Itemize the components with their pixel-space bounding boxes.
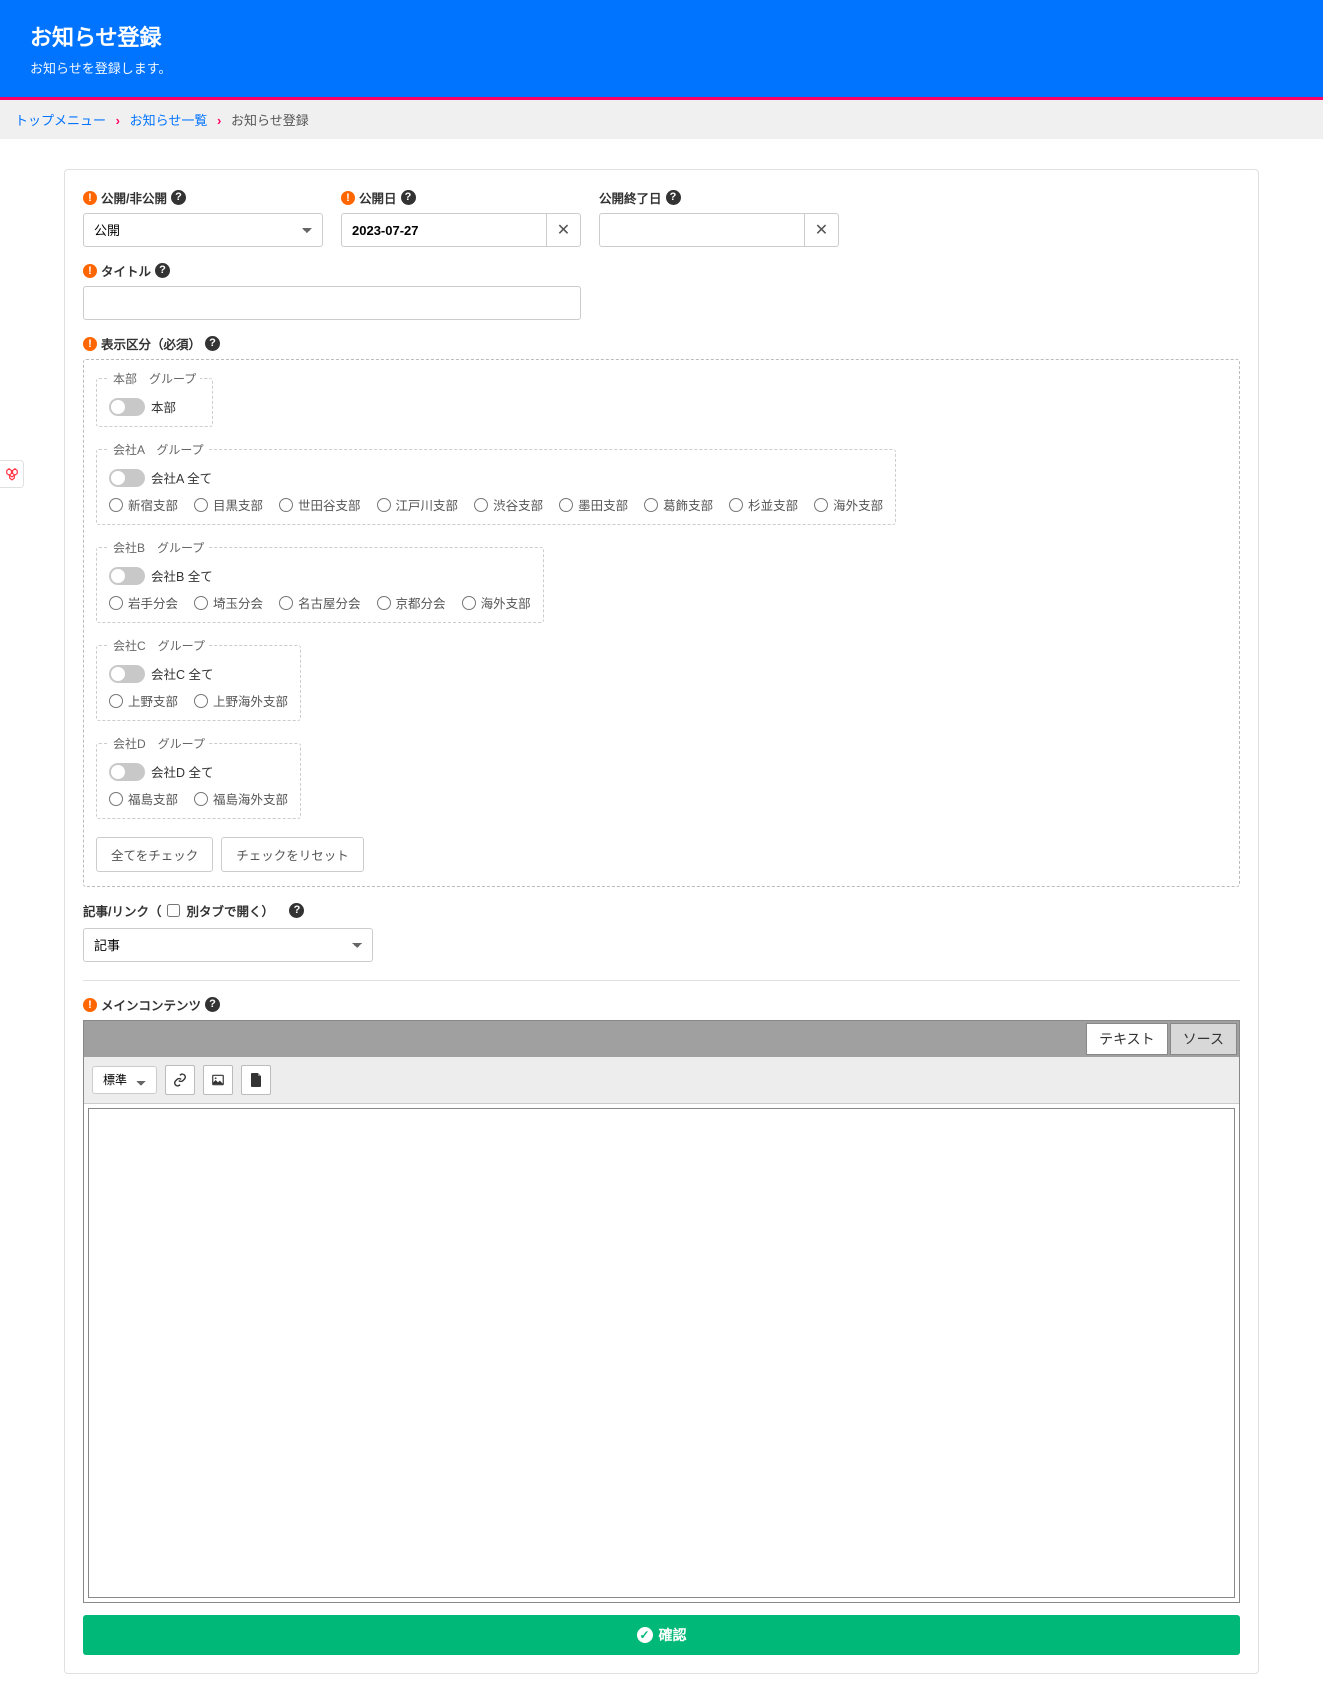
editor-tabs: テキスト ソース: [84, 1021, 1239, 1057]
required-icon: !: [83, 191, 97, 205]
breadcrumb-current: お知らせ登録: [231, 113, 309, 128]
branch-radio[interactable]: 岩手分会: [109, 593, 178, 612]
confirm-label: 確認: [659, 1625, 687, 1645]
confirm-button[interactable]: ✓ 確認: [83, 1615, 1240, 1655]
editor-body[interactable]: [88, 1108, 1235, 1598]
group-legend: 会社B グループ: [109, 539, 208, 556]
group-legend: 会社D グループ: [109, 735, 209, 752]
group-toggle[interactable]: [109, 469, 145, 487]
breadcrumb-link-top[interactable]: トップメニュー: [15, 113, 106, 128]
group-toggle[interactable]: [109, 763, 145, 781]
group-legend: 本部 グループ: [109, 370, 200, 387]
branch-radio[interactable]: 杉並支部: [729, 495, 798, 514]
group-toggle[interactable]: [109, 398, 145, 416]
branch-radio[interactable]: 名古屋分会: [279, 593, 361, 612]
clear-end-date-button[interactable]: ✕: [805, 213, 839, 247]
visibility-select[interactable]: 公開: [83, 213, 323, 247]
display-section-box: 本部 グループ本部会社A グループ会社A 全て新宿支部目黒支部世田谷支部江戸川支…: [83, 359, 1240, 887]
breadcrumb-link-list[interactable]: お知らせ一覧: [130, 113, 208, 128]
group-0: 本部 グループ本部: [96, 370, 213, 427]
format-select[interactable]: 標準: [92, 1066, 157, 1094]
group-4: 会社D グループ会社D 全て福島支部福島海外支部: [96, 735, 301, 819]
group-legend: 会社A グループ: [109, 441, 208, 458]
clear-publish-date-button[interactable]: ✕: [547, 213, 581, 247]
group-toggle-label: 会社D 全て: [151, 766, 214, 780]
page-header: お知らせ登録 お知らせを登録します。: [0, 0, 1323, 100]
main-content-label: メインコンテンツ: [101, 995, 201, 1014]
branch-radio[interactable]: 福島支部: [109, 789, 178, 808]
end-date-input[interactable]: [599, 213, 805, 247]
help-icon[interactable]: ?: [666, 190, 681, 205]
tab-text[interactable]: テキスト: [1086, 1023, 1168, 1055]
branch-radio[interactable]: 墨田支部: [559, 495, 628, 514]
end-date-label: 公開終了日: [599, 188, 662, 207]
laravel-debugbar-icon[interactable]: [0, 460, 24, 488]
branch-radio[interactable]: 京都分会: [377, 593, 446, 612]
group-toggle[interactable]: [109, 567, 145, 585]
publish-date-input[interactable]: [341, 213, 547, 247]
group-legend: 会社C グループ: [109, 637, 209, 654]
visibility-label: 公開/非公開: [101, 188, 167, 207]
branch-radio[interactable]: 上野支部: [109, 691, 178, 710]
editor-toolbar: 標準: [84, 1057, 1239, 1104]
required-icon: !: [83, 264, 97, 278]
title-label: タイトル: [101, 261, 151, 280]
group-2: 会社B グループ会社B 全て岩手分会埼玉分会名古屋分会京都分会海外支部: [96, 539, 544, 623]
chevron-right-icon: ›: [217, 113, 221, 128]
branch-radio[interactable]: 江戸川支部: [377, 495, 459, 514]
branch-radio[interactable]: 海外支部: [814, 495, 883, 514]
required-icon: !: [83, 998, 97, 1012]
help-icon[interactable]: ?: [155, 263, 170, 278]
page-title: お知らせ登録: [30, 20, 1293, 52]
branch-radio[interactable]: 海外支部: [462, 593, 531, 612]
group-toggle-label: 会社B 全て: [151, 570, 213, 584]
branch-radio[interactable]: 世田谷支部: [279, 495, 361, 514]
help-icon[interactable]: ?: [171, 190, 186, 205]
help-icon[interactable]: ?: [401, 190, 416, 205]
required-icon: !: [83, 337, 97, 351]
branch-radio[interactable]: 福島海外支部: [194, 789, 288, 808]
link-icon[interactable]: [165, 1065, 195, 1095]
editor: テキスト ソース 標準: [83, 1020, 1240, 1603]
branch-radio[interactable]: 渋谷支部: [474, 495, 543, 514]
new-tab-label: 別タブで開く）: [186, 901, 274, 920]
help-icon[interactable]: ?: [205, 997, 220, 1012]
breadcrumb: トップメニュー › お知らせ一覧 › お知らせ登録: [0, 100, 1323, 139]
new-tab-checkbox[interactable]: [167, 904, 180, 917]
publish-date-label: 公開日: [359, 188, 397, 207]
image-icon[interactable]: [203, 1065, 233, 1095]
branch-radio[interactable]: 上野海外支部: [194, 691, 288, 710]
tab-source[interactable]: ソース: [1170, 1023, 1237, 1055]
branch-radio[interactable]: 埼玉分会: [194, 593, 263, 612]
title-input[interactable]: [83, 286, 581, 320]
divider: [83, 980, 1240, 981]
reset-check-button[interactable]: チェックをリセット: [221, 837, 364, 872]
form-card: ! 公開/非公開 ? 公開 ! 公開日 ? ✕: [64, 169, 1259, 1674]
chevron-right-icon: ›: [116, 113, 120, 128]
group-toggle-label: 会社C 全て: [151, 668, 214, 682]
help-icon[interactable]: ?: [205, 336, 220, 351]
group-toggle-label: 会社A 全て: [151, 472, 212, 486]
group-toggle[interactable]: [109, 665, 145, 683]
display-section-label: 表示区分（必須）: [101, 334, 201, 353]
check-all-button[interactable]: 全てをチェック: [96, 837, 213, 872]
article-link-label: 記事/リンク（: [83, 901, 161, 920]
branch-radio[interactable]: 目黒支部: [194, 495, 263, 514]
branch-radio[interactable]: 葛飾支部: [644, 495, 713, 514]
group-1: 会社A グループ会社A 全て新宿支部目黒支部世田谷支部江戸川支部渋谷支部墨田支部…: [96, 441, 896, 525]
file-icon[interactable]: [241, 1065, 271, 1095]
branch-radio[interactable]: 新宿支部: [109, 495, 178, 514]
help-icon[interactable]: ?: [289, 903, 304, 918]
required-icon: !: [341, 191, 355, 205]
group-toggle-label: 本部: [151, 401, 176, 415]
group-3: 会社C グループ会社C 全て上野支部上野海外支部: [96, 637, 301, 721]
check-circle-icon: ✓: [637, 1627, 653, 1643]
page-subtitle: お知らせを登録します。: [30, 58, 1293, 77]
article-link-select[interactable]: 記事: [83, 928, 373, 962]
